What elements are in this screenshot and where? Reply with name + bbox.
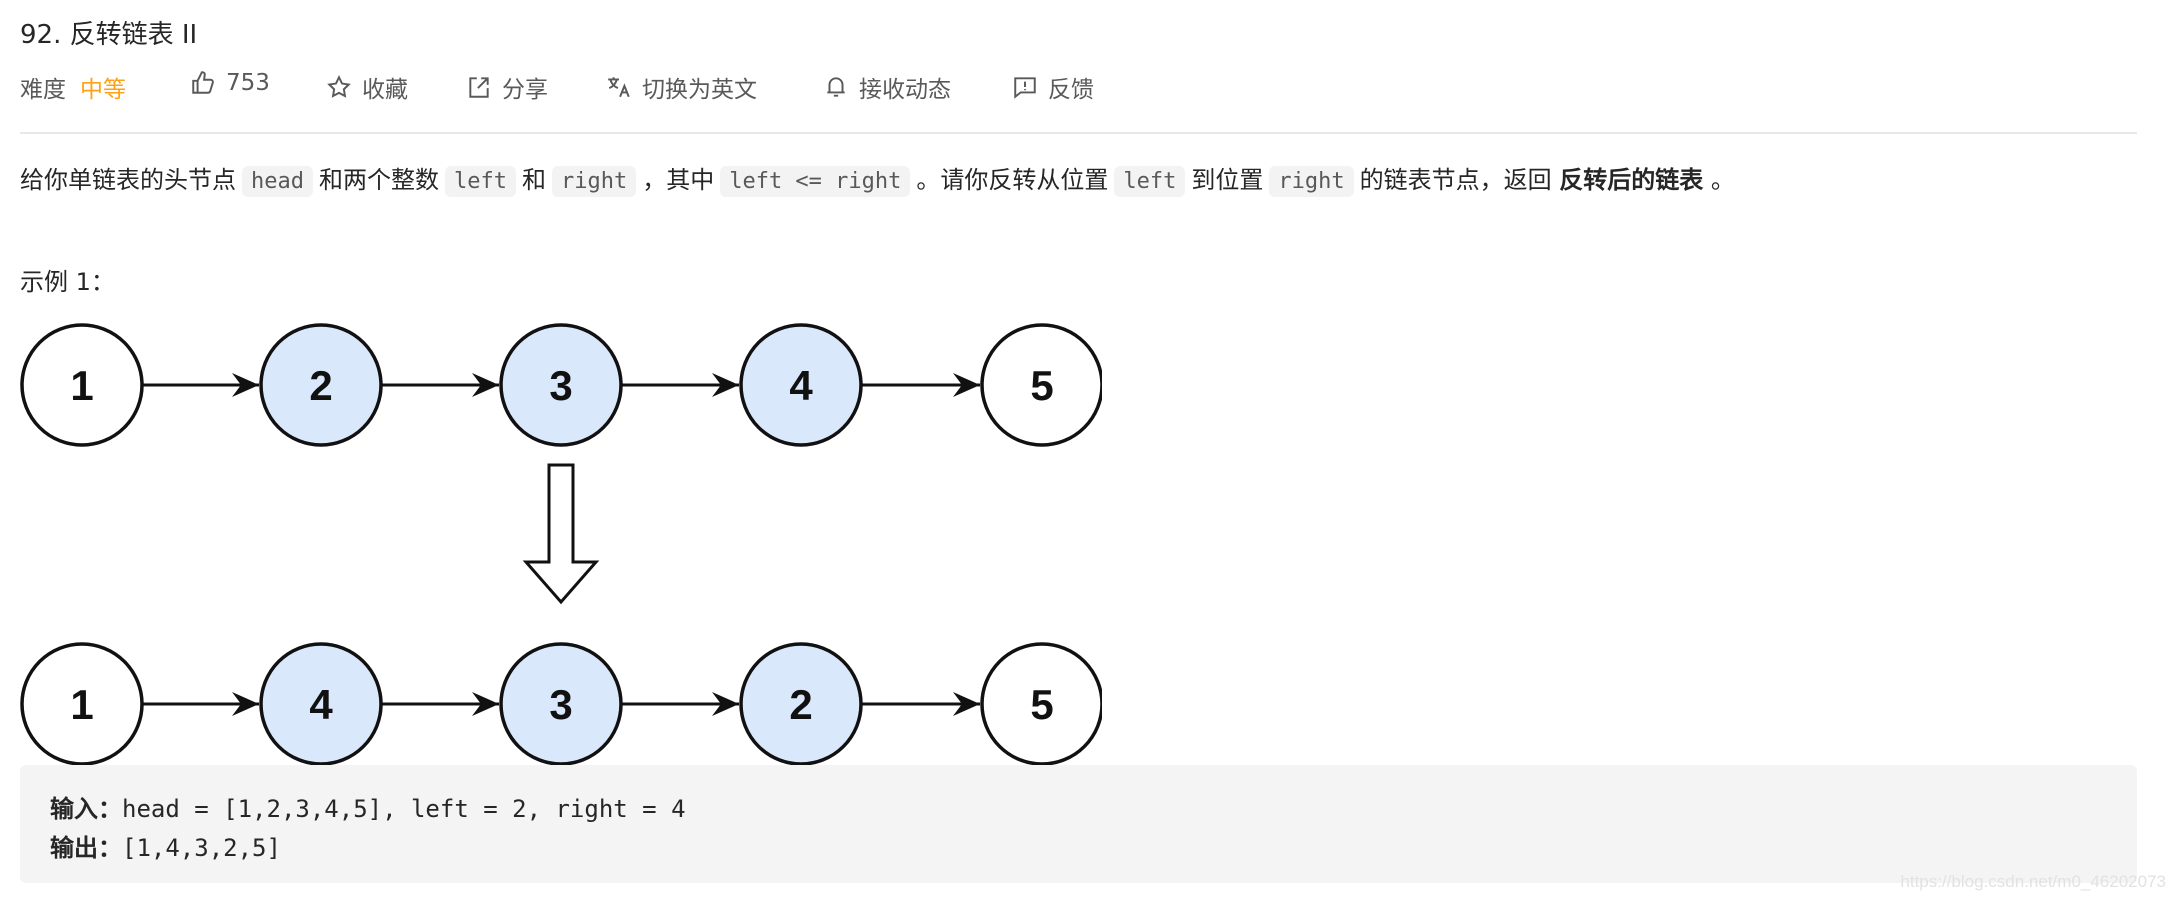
- thumbs-up-icon: [192, 71, 214, 94]
- inline-code: left <= right: [720, 166, 911, 197]
- difficulty-label: 难度: [20, 77, 66, 103]
- desc-bold: 反转后的链表: [1559, 166, 1704, 194]
- before-node-value: 4: [789, 362, 813, 409]
- bell-icon: [827, 77, 845, 97]
- after-node-value: 3: [549, 681, 572, 728]
- before-node-value: 1: [70, 362, 93, 409]
- desc-text: 和两个整数: [318, 166, 439, 194]
- difficulty: 难度 中等: [20, 70, 126, 104]
- share-icon: [469, 77, 489, 98]
- problem-title: 92. 反转链表 II: [20, 20, 198, 50]
- translate-icon: [608, 77, 630, 98]
- feedback-button[interactable]: 反馈: [1012, 70, 1094, 104]
- watermark: https://blog.csdn.net/m0_46202073: [1900, 872, 2166, 891]
- input-line: 输入：head = [1,2,3,4,5], left = 2, right =…: [50, 789, 686, 824]
- desc-text: 。: [1710, 166, 1735, 194]
- inline-code: head: [242, 166, 313, 197]
- feedback-label: 反馈: [1048, 77, 1094, 103]
- after-node-value: 2: [789, 681, 812, 728]
- down-arrow-icon: [522, 463, 600, 605]
- example-title: 示例 1：: [20, 268, 115, 296]
- like-button[interactable]: 753: [190, 70, 270, 96]
- share-label: 分享: [502, 77, 548, 103]
- translate-button[interactable]: 切换为英文: [606, 70, 757, 104]
- favorite-label: 收藏: [362, 77, 408, 103]
- before-node-value: 3: [549, 362, 572, 409]
- inline-code: left: [1114, 166, 1186, 197]
- translate-label: 切换为英文: [642, 77, 757, 103]
- linked-list-diagram: 1 2 3 4 5 1 4 3 2 5: [0, 310, 1102, 765]
- inline-code: left: [444, 166, 516, 197]
- example-code-block: 输入：head = [1,2,3,4,5], left = 2, right =…: [20, 765, 2137, 883]
- share-button[interactable]: 分享: [466, 70, 548, 104]
- desc-text: 和: [521, 166, 546, 194]
- output-value: [1,4,3,2,5]: [122, 834, 281, 862]
- like-count: 753: [226, 70, 270, 96]
- output-line: 输出：[1,4,3,2,5]: [50, 828, 281, 863]
- subscribe-button[interactable]: 接收动态: [823, 70, 951, 104]
- after-node-value: 5: [1030, 681, 1053, 728]
- star-icon: [327, 75, 351, 98]
- after-node-value: 1: [70, 681, 93, 728]
- divider: [20, 132, 2137, 134]
- input-value: head = [1,2,3,4,5], left = 2, right = 4: [122, 795, 686, 823]
- favorite-button[interactable]: 收藏: [326, 70, 408, 104]
- inline-code: right: [1269, 166, 1354, 197]
- desc-text: 。请你反转从位置: [916, 166, 1109, 194]
- desc-text: ，其中: [642, 166, 715, 194]
- difficulty-value: 中等: [80, 77, 126, 103]
- desc-text: 的链表节点，返回: [1359, 166, 1552, 194]
- input-label: 输入：: [50, 795, 122, 823]
- output-label: 输出：: [50, 834, 122, 862]
- before-node-value: 5: [1030, 362, 1053, 409]
- after-node-value: 4: [309, 681, 333, 728]
- desc-text: 到位置: [1191, 166, 1264, 194]
- before-node-value: 2: [309, 362, 332, 409]
- desc-text: 给你单链表的头节点: [20, 166, 236, 194]
- inline-code: right: [551, 166, 637, 197]
- feedback-icon: [1014, 77, 1036, 99]
- problem-description: 给你单链表的头节点 head 和两个整数 left 和 right ，其中 left <= r…: [20, 160, 1735, 202]
- subscribe-label: 接收动态: [859, 77, 951, 103]
